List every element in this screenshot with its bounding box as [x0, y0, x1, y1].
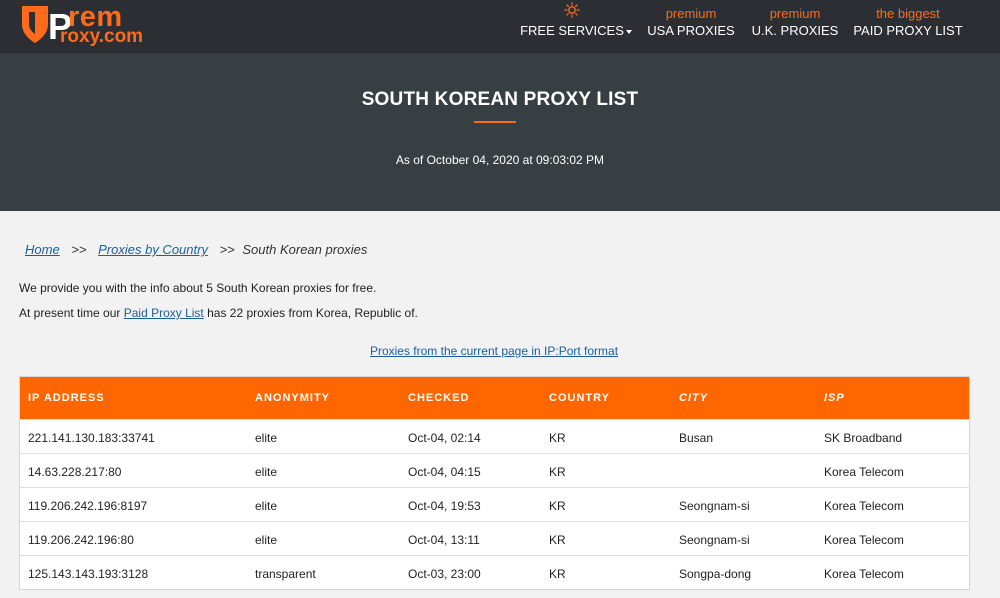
- column-header-anonymity[interactable]: ANONYMITY: [255, 392, 330, 404]
- cell-ip: 221.141.130.183:33741: [28, 431, 155, 445]
- cell-anonymity: elite: [255, 431, 278, 445]
- nav-uk-proxies-tagline: premium: [769, 6, 821, 21]
- intro-line-2-suffix: has 22 proxies from Korea, Republic of.: [203, 306, 418, 320]
- nav-usa-proxies-tagline: premium: [665, 6, 717, 21]
- cell-isp: SK Broadband: [824, 431, 903, 445]
- cell-country: KR: [549, 533, 566, 547]
- sun-icon: [564, 2, 580, 18]
- cell-anonymity: elite: [255, 499, 278, 513]
- proxy-table: IP ADDRESS ANONYMITY CHECKED COUNTRY CIT…: [19, 376, 970, 590]
- column-header-checked[interactable]: CHECKED: [408, 392, 469, 404]
- cell-checked: Oct-04, 04:15: [408, 465, 481, 479]
- cell-checked: Oct-04, 02:14: [408, 431, 481, 445]
- column-header-isp: ISP: [824, 392, 845, 404]
- breadcrumb-separator: >>: [219, 242, 235, 257]
- cell-isp: Korea Telecom: [824, 465, 904, 479]
- nav-free-services[interactable]: FREE SERVICES: [520, 0, 632, 53]
- nav-uk-proxies[interactable]: premium U.K. PROXIES: [749, 0, 841, 53]
- cell-checked: Oct-04, 13:11: [408, 533, 480, 547]
- table-row: 14.63.228.217:80 elite Oct-04, 04:15 KR …: [20, 453, 969, 487]
- table-row: 119.206.242.196:80 elite Oct-04, 13:11 K…: [20, 521, 969, 555]
- cell-isp: Korea Telecom: [824, 533, 904, 547]
- ip-port-format-container: Proxies from the current page in IP:Port…: [0, 344, 988, 358]
- breadcrumb-current: South Korean proxies: [242, 242, 368, 257]
- intro-line-1: We provide you with the info about 5 Sou…: [19, 281, 377, 295]
- logo[interactable]: P rem roxy.com: [20, 2, 145, 47]
- caret-down-icon: [625, 29, 632, 34]
- cell-country: KR: [549, 567, 566, 581]
- nav-paid-proxy-list-label: PAID PROXY LIST: [853, 23, 963, 38]
- table-row: 119.206.242.196:8197 elite Oct-04, 19:53…: [20, 487, 969, 521]
- table-row: 221.141.130.183:33741 elite Oct-04, 02:1…: [20, 419, 969, 453]
- cell-ip: 125.143.143.193:3128: [28, 567, 149, 581]
- cell-isp: Korea Telecom: [824, 499, 904, 513]
- cell-city: Seongnam-si: [679, 499, 750, 513]
- top-navbar: P rem roxy.com FREE SERVICES premium USA…: [0, 0, 1000, 53]
- cell-country: KR: [549, 465, 566, 479]
- shield-icon: [22, 6, 48, 43]
- cell-city: Busan: [679, 431, 714, 445]
- table-header: IP ADDRESS ANONYMITY CHECKED COUNTRY CIT…: [20, 377, 969, 419]
- breadcrumb-home-link[interactable]: Home: [25, 242, 60, 257]
- nav-paid-proxy-list[interactable]: the biggest PAID PROXY LIST: [853, 0, 963, 53]
- ip-port-format-link[interactable]: Proxies from the current page in IP:Port…: [370, 344, 618, 358]
- nav-free-services-label: FREE SERVICES: [520, 23, 632, 38]
- cell-ip: 14.63.228.217:80: [28, 465, 122, 479]
- column-header-city: CITY: [679, 392, 709, 404]
- cell-country: KR: [549, 431, 566, 445]
- cell-city: Seongnam-si: [679, 533, 750, 547]
- cell-isp: Korea Telecom: [824, 567, 904, 581]
- breadcrumb: Home >> Proxies by Country >> South Kore…: [25, 242, 367, 257]
- cell-ip: 119.206.242.196:8197: [28, 499, 148, 513]
- intro-line-2-prefix: At present time our: [19, 306, 124, 320]
- logo-text-bottom: roxy.com: [60, 26, 144, 47]
- title-underline: [474, 121, 516, 123]
- breadcrumb-by-country-link[interactable]: Proxies by Country: [98, 242, 208, 257]
- cell-country: KR: [549, 499, 566, 513]
- cell-checked: Oct-03, 23:00: [408, 567, 481, 581]
- paid-proxy-list-link[interactable]: Paid Proxy List: [124, 306, 204, 320]
- page-title: SOUTH KOREAN PROXY LIST: [361, 89, 639, 110]
- cell-city: Songpa-dong: [679, 567, 752, 581]
- intro-line-2: At present time our Paid Proxy List has …: [19, 306, 418, 320]
- column-header-ip[interactable]: IP ADDRESS: [28, 392, 105, 404]
- table-row: 125.143.143.193:3128 transparent Oct-03,…: [20, 555, 969, 589]
- breadcrumb-separator: >>: [71, 242, 87, 257]
- cell-anonymity: elite: [255, 465, 278, 479]
- nav-paid-proxy-list-tagline: the biggest: [876, 6, 940, 21]
- cell-anonymity: transparent: [255, 567, 316, 581]
- cell-ip: 119.206.242.196:80: [28, 533, 134, 547]
- nav-uk-proxies-label: U.K. PROXIES: [751, 23, 839, 38]
- nav-usa-proxies[interactable]: premium USA PROXIES: [645, 0, 737, 53]
- hero-banner: SOUTH KOREAN PROXY LIST As of October 04…: [0, 53, 1000, 211]
- cell-anonymity: elite: [255, 533, 278, 547]
- cell-checked: Oct-04, 19:53: [408, 499, 481, 513]
- column-header-country[interactable]: COUNTRY: [549, 392, 610, 404]
- nav-usa-proxies-label: USA PROXIES: [647, 23, 735, 38]
- as-of-timestamp: As of October 04, 2020 at 09:03:02 PM: [395, 153, 605, 167]
